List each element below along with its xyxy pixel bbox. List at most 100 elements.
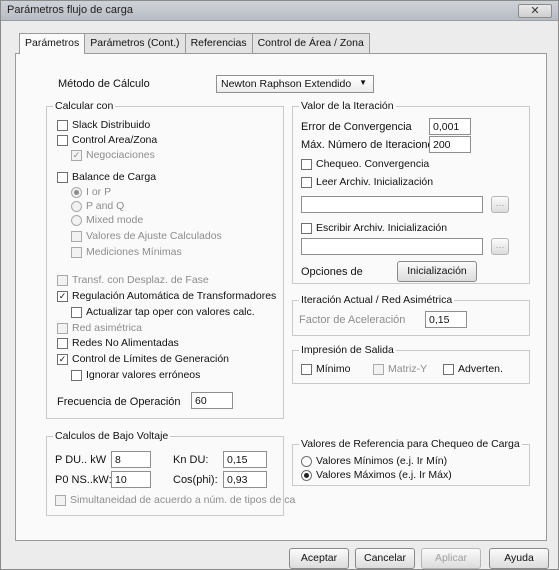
minimo-checkbox[interactable]: Mínimo xyxy=(301,363,350,375)
cosphi-input[interactable]: 0,93 xyxy=(223,471,267,488)
check-icon: ✓ xyxy=(57,353,68,365)
radio-icon xyxy=(301,469,312,481)
metodo-label: Método de Cálculo xyxy=(58,78,150,90)
mediciones-checkbox[interactable]: Mediciones Mínimas xyxy=(71,246,182,258)
checkbox-box xyxy=(301,176,312,188)
radio-i-or-p[interactable]: I or P xyxy=(71,186,111,198)
factor-label: Factor de Aceleración xyxy=(299,314,406,326)
title-bar: Parámetros flujo de carga ✕ xyxy=(1,1,558,21)
red-asimetrica-checkbox[interactable]: Red asimétrica xyxy=(57,322,142,334)
max-iter-label: Máx. Número de Iteraciones xyxy=(301,139,440,151)
factor-input[interactable]: 0,15 xyxy=(425,311,467,328)
aplicar-button[interactable]: Aplicar xyxy=(421,548,481,569)
ayuda-button[interactable]: Ayuda xyxy=(489,548,549,569)
radio-mixed-mode[interactable]: Mixed mode xyxy=(71,214,143,226)
pdu-label: P DU.. kW xyxy=(55,454,107,466)
checkbox-box xyxy=(71,246,82,258)
pdu-input[interactable]: 8 xyxy=(111,451,151,468)
chevron-down-icon: ▼ xyxy=(359,78,367,87)
chequeo-label: Chequeo. Convergencia xyxy=(316,158,430,170)
escribir-browse-button[interactable]: ... xyxy=(491,238,509,255)
ignorar-label: Ignorar valores erróneos xyxy=(86,369,201,381)
ignorar-checkbox[interactable]: Ignorar valores erróneos xyxy=(71,369,200,381)
max-iter-input[interactable]: 200 xyxy=(429,136,471,153)
checkbox-box xyxy=(57,171,68,183)
escribir-checkbox[interactable]: Escribir Archiv. Inicialización xyxy=(301,222,447,234)
kndu-input[interactable]: 0,15 xyxy=(223,451,267,468)
inicializacion-button[interactable]: Inicialización xyxy=(397,261,477,282)
tab-parametros[interactable]: Parámetros xyxy=(19,33,86,54)
checkbox-box xyxy=(301,158,312,170)
impresion-title: Impresión de Salida xyxy=(299,344,396,356)
transf-checkbox[interactable]: Transf. con Desplaz. de Fase xyxy=(57,274,209,286)
checkbox-box xyxy=(373,363,384,375)
regulacion-checkbox[interactable]: ✓ Regulación Automática de Transformadore… xyxy=(57,290,276,302)
window-title: Parámetros flujo de carga xyxy=(7,4,133,16)
tab-strip: Parámetros Parámetros (Cont.) Referencia… xyxy=(19,33,370,54)
iter-actual-title: Iteración Actual / Red Asimétrica xyxy=(299,294,455,306)
calcular-con-group: Calcular con Slack Distribuido Control A… xyxy=(46,100,284,419)
frecuencia-input[interactable]: 60 xyxy=(191,392,233,409)
pons-input[interactable]: 10 xyxy=(111,471,151,488)
radio-valores-minimos[interactable]: Valores Mínimos (e.j. Ir Mín) xyxy=(301,455,447,467)
escribir-path-input[interactable] xyxy=(301,238,483,255)
checkbox-box xyxy=(301,222,312,234)
control-limites-checkbox[interactable]: ✓ Control de Límites de Generación xyxy=(57,353,229,365)
minimo-label: Mínimo xyxy=(316,363,351,375)
close-button[interactable]: ✕ xyxy=(518,4,552,18)
balance-checkbox[interactable]: Balance de Carga xyxy=(57,171,156,183)
checkbox-box xyxy=(71,230,82,242)
matriz-checkbox[interactable]: Matriz-Y xyxy=(373,363,427,375)
escribir-label: Escribir Archiv. Inicialización xyxy=(316,222,448,234)
tab-parametros-cont[interactable]: Parámetros (Cont.) xyxy=(84,33,186,53)
leer-browse-button[interactable]: ... xyxy=(491,196,509,213)
adverten-label: Adverten. xyxy=(458,363,503,375)
calcular-con-title: Calcular con xyxy=(53,100,116,112)
close-icon: ✕ xyxy=(530,5,540,17)
leer-path-input[interactable] xyxy=(301,196,483,213)
checkbox-box xyxy=(57,337,68,349)
slack-label: Slack Distribuido xyxy=(72,119,151,131)
valores-ajuste-label: Valores de Ajuste Calculados xyxy=(86,230,222,242)
bajo-voltaje-title: Calculos de Bajo Voltaje xyxy=(53,430,171,442)
checkbox-box xyxy=(71,369,82,381)
control-area-label: Control Area/Zona xyxy=(72,134,158,146)
redes-no-alim-checkbox[interactable]: Redes No Alimentadas xyxy=(57,337,179,349)
metodo-value: Newton Raphson Extendido xyxy=(221,78,352,90)
actualizar-tap-label: Actualizar tap oper con valores calc. xyxy=(86,306,255,318)
impresion-group: Impresión de Salida Mínimo Matriz-Y Adve… xyxy=(292,344,530,384)
radio-valores-maximos[interactable]: Valores Máximos (e.j. Ir Máx) xyxy=(301,469,452,481)
slack-checkbox[interactable]: Slack Distribuido xyxy=(57,119,150,131)
radio-icon xyxy=(71,214,82,226)
control-area-checkbox[interactable]: Control Area/Zona xyxy=(57,134,157,146)
negociaciones-label: Negociaciones xyxy=(86,149,155,161)
negociaciones-checkbox[interactable]: ✓ Negociaciones xyxy=(71,149,155,161)
referencia-title: Valores de Referencia para Chequeo de Ca… xyxy=(299,438,522,450)
opciones-label: Opciones de xyxy=(301,266,363,278)
kndu-label: Kn DU: xyxy=(173,454,209,466)
cancelar-button[interactable]: Cancelar xyxy=(355,548,415,569)
chequeo-checkbox[interactable]: Chequeo. Convergencia xyxy=(301,158,429,170)
checkbox-box xyxy=(71,306,82,318)
aceptar-button[interactable]: Aceptar xyxy=(289,548,349,569)
error-input[interactable]: 0,001 xyxy=(429,118,471,135)
tab-control-area-zona[interactable]: Control de Área / Zona xyxy=(251,33,370,53)
check-icon: ✓ xyxy=(71,149,82,161)
tab-referencias[interactable]: Referencias xyxy=(184,33,253,53)
frecuencia-label: Frecuencia de Operación xyxy=(57,396,181,408)
checkbox-box xyxy=(443,363,454,375)
actualizar-tap-checkbox[interactable]: Actualizar tap oper con valores calc. xyxy=(71,306,255,318)
tab-panel: Método de Cálculo Newton Raphson Extendi… xyxy=(15,53,547,541)
transf-label: Transf. con Desplaz. de Fase xyxy=(72,274,209,286)
radio-icon xyxy=(71,200,82,212)
matriz-label: Matriz-Y xyxy=(388,363,428,375)
adverten-checkbox[interactable]: Adverten. xyxy=(443,363,503,375)
radio-p-and-q[interactable]: P and Q xyxy=(71,200,124,212)
red-asimetrica-label: Red asimétrica xyxy=(72,322,143,334)
valores-ajuste-checkbox[interactable]: Valores de Ajuste Calculados xyxy=(71,230,222,242)
radio-label: I or P xyxy=(86,186,112,198)
simultaneidad-checkbox[interactable]: Simultaneidad de acuerdo a núm. de tipos… xyxy=(55,494,295,506)
bajo-voltaje-group: Calculos de Bajo Voltaje P DU.. kW 8 Kn … xyxy=(46,430,295,516)
leer-checkbox[interactable]: Leer Archiv. Inicialización xyxy=(301,176,433,188)
metodo-select[interactable]: Newton Raphson Extendido ▼ xyxy=(216,75,374,93)
